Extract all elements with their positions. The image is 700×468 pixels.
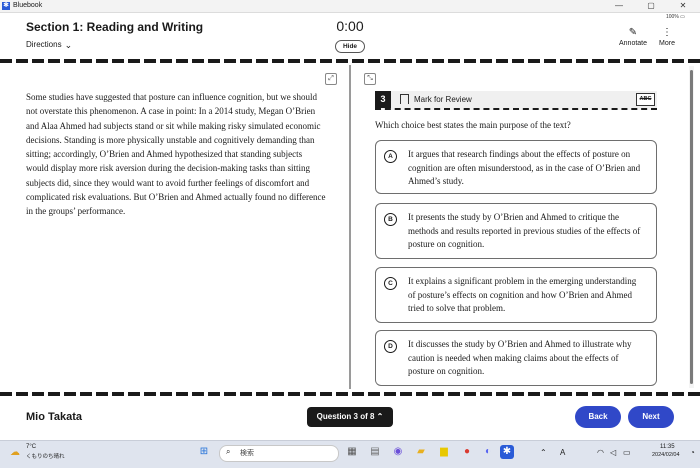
directions-toggle[interactable]: Directions ⌄ [26,40,72,49]
minimize-button[interactable]: — [608,0,630,12]
collapse-question-icon[interactable]: ⤡ [364,73,376,85]
window-titlebar [0,0,700,13]
directions-label: Directions [26,40,62,49]
bluebook-logo-icon: ✱ [2,2,10,10]
app-title: Bluebook [13,2,43,9]
weather-temperature[interactable]: 7°C [26,444,36,450]
notification-bell-icon[interactable]: ◔ [690,448,695,457]
clock-date[interactable]: 2024/02/04 [652,452,680,458]
chevron-down-icon: ⌄ [64,39,73,50]
battery-icon[interactable]: ▭ [623,448,631,457]
files-icon[interactable]: ▤ [368,445,382,459]
wifi-icon[interactable]: ◠ [597,448,604,457]
scrollbar-thumb[interactable] [690,70,693,384]
next-button[interactable]: Next [628,406,674,428]
discord-icon[interactable]: ◐ [481,445,495,459]
question-prompt: Which choice best states the main purpos… [375,120,571,130]
hide-timer-button[interactable]: Hide [335,40,365,53]
footer-divider [0,392,700,396]
pencil-icon: ✎ [628,27,638,38]
passage-text: Some studies have suggested that posture… [26,92,326,217]
choice-letter: B [384,213,397,226]
back-button[interactable]: Back [575,406,621,428]
search-placeholder: 検索 [240,450,254,457]
bluebook-taskbar-icon[interactable]: ✱ [500,445,514,459]
mark-for-review-button[interactable]: Mark for Review [414,95,472,104]
chrome-icon[interactable]: ● [460,445,474,459]
choice-text: It argues that research findings about t… [408,149,641,186]
answer-choice-c[interactable]: C It explains a significant problem in t… [375,267,657,323]
annotate-button[interactable]: ✎ Annotate [616,27,650,47]
question-number: 3 [375,91,391,108]
battery-indicator: 100% ▭ [666,14,685,20]
input-method-indicator[interactable]: A [560,448,565,457]
choice-letter: D [384,340,397,353]
choice-text: It explains a significant problem in the… [408,276,637,313]
weather-description[interactable]: くもりのち晴れ [26,452,65,460]
more-vertical-icon: ⋮ [662,27,672,38]
annotate-label: Annotate [618,40,648,47]
sticky-notes-icon[interactable]: ▆ [437,445,451,459]
widgets-icon[interactable]: ▦ [345,445,359,459]
volume-icon[interactable]: ◁ [610,448,616,457]
question-navigator-button[interactable]: Question 3 of 8 ⌃ [307,407,393,427]
choice-text: It presents the study by O’Brien and Ahm… [408,212,641,249]
choice-text: It discusses the study by O’Brien and Ah… [408,339,632,376]
search-icon: ⌕ [226,447,231,456]
tray-chevron-icon[interactable]: ⌃ [540,448,547,457]
more-label: More [659,40,675,47]
taskbar-search-box[interactable] [219,445,339,462]
clock-time[interactable]: 11:35 [660,444,675,450]
file-explorer-icon[interactable]: ▰ [414,445,428,459]
expand-passage-icon[interactable]: ⤢ [325,73,337,85]
answer-choice-d[interactable]: D It discusses the study by O’Brien and … [375,330,657,386]
answer-choice-b[interactable]: B It presents the study by O’Brien and A… [375,203,657,259]
choice-letter: A [384,150,397,163]
section-title: Section 1: Reading and Writing [26,20,204,34]
windows-start-icon[interactable]: ⊞ [197,445,211,459]
answer-eliminator-button[interactable]: ABC [636,93,655,106]
answer-choice-a[interactable]: A It argues that research findings about… [375,140,657,194]
pane-divider[interactable] [349,65,351,389]
weather-cloud-icon[interactable]: ☁ [10,447,20,458]
bookmark-icon[interactable] [400,94,409,104]
more-button[interactable]: ⋮ More [650,27,684,47]
timer: 0:00 [336,18,364,34]
close-window-button[interactable]: ✕ [672,0,694,12]
choice-letter: C [384,277,397,290]
maximize-button[interactable]: ▢ [640,0,662,12]
student-name: Mio Takata [26,411,83,423]
chat-icon[interactable]: ◉ [391,445,405,459]
header-divider [0,59,700,63]
